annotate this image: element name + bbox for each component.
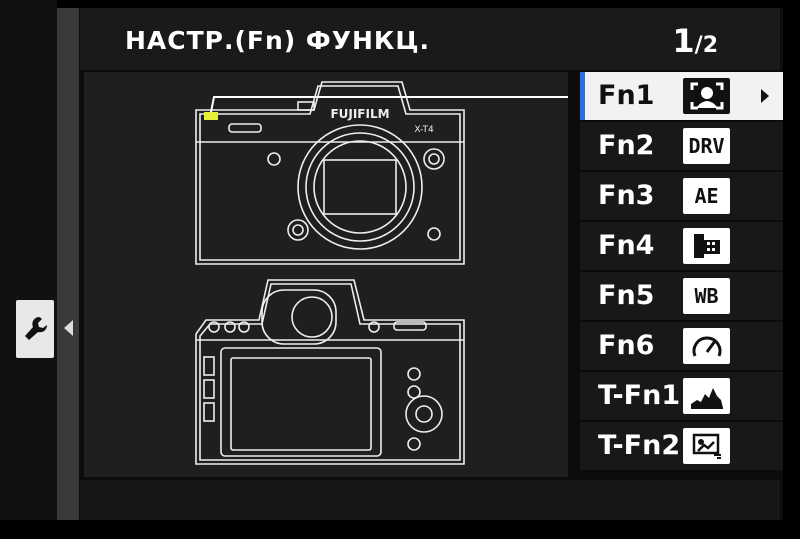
- white-balance-icon: WB: [683, 278, 730, 314]
- fn-item-label: Fn1: [598, 80, 655, 111]
- drive-mode-icon: DRV: [683, 128, 730, 164]
- fn1-button-highlight: [204, 112, 218, 120]
- left-arrow-icon[interactable]: [64, 320, 73, 336]
- fn-item-fn4[interactable]: Fn4: [580, 222, 783, 272]
- fn-item-label: Fn5: [598, 280, 655, 311]
- fn-item-label: Fn6: [598, 330, 655, 361]
- fn-item-fn6[interactable]: Fn6: [580, 322, 783, 372]
- page-current: 1: [672, 22, 695, 60]
- chevron-right-icon: [761, 89, 769, 103]
- scroll-bar[interactable]: [57, 8, 79, 520]
- fn-item-label: Fn4: [598, 230, 655, 261]
- page-indicator: 1/2: [672, 22, 718, 60]
- left-strip: [0, 0, 57, 520]
- fn-item-label: T-Fn1: [598, 380, 681, 411]
- performance-icon: [683, 328, 730, 364]
- header: НАСТР.(Fn) ФУНКЦ. 1/2: [80, 8, 780, 70]
- camera-diagram: FUJIFILM X-T4: [195, 81, 580, 465]
- page-total: /2: [694, 33, 718, 58]
- histogram-icon: [683, 378, 730, 414]
- fn-item-fn1[interactable]: Fn1: [580, 72, 783, 122]
- fn-item-label: T-Fn2: [598, 430, 681, 461]
- setup-tab[interactable]: [16, 300, 54, 358]
- fn-item-label: Fn3: [598, 180, 655, 211]
- fn-item-fn2[interactable]: Fn2 DRV: [580, 122, 783, 172]
- face-detect-icon: [683, 78, 730, 114]
- frame-bottom: [0, 520, 800, 539]
- drive-mode-text: DRV: [688, 134, 725, 158]
- fn-item-fn5[interactable]: Fn5 WB: [580, 272, 783, 322]
- footer-bar: [80, 480, 780, 520]
- camera-brand: FUJIFILM: [330, 107, 389, 121]
- selection-accent: [580, 72, 585, 120]
- frame-right: [783, 0, 800, 539]
- ae-icon: AE: [683, 178, 730, 214]
- wrench-icon: [25, 317, 48, 340]
- page-title: НАСТР.(Fn) ФУНКЦ.: [125, 26, 431, 55]
- camera-illustration: FUJIFILM X-T4: [84, 72, 580, 477]
- frame-top: [0, 0, 800, 8]
- fn-button-list: Fn1 Fn2 DRV Fn3 AE Fn4 Fn5 WB Fn6 T-Fn1 …: [580, 72, 783, 477]
- ae-text: AE: [694, 184, 719, 208]
- camera-screen: НАСТР.(Fn) ФУНКЦ. 1/2 FUJIFILM X-T4 Fn1 …: [0, 0, 800, 539]
- fn-item-fn3[interactable]: Fn3 AE: [580, 172, 783, 222]
- camera-model: X-T4: [414, 125, 434, 135]
- film-simulation-icon: [683, 228, 730, 264]
- fn-item-label: Fn2: [598, 130, 655, 161]
- image-quality-icon: [683, 428, 730, 464]
- fn-item-tfn1[interactable]: T-Fn1: [580, 372, 783, 422]
- fn-item-tfn2[interactable]: T-Fn2: [580, 422, 783, 472]
- white-balance-text: WB: [694, 284, 719, 308]
